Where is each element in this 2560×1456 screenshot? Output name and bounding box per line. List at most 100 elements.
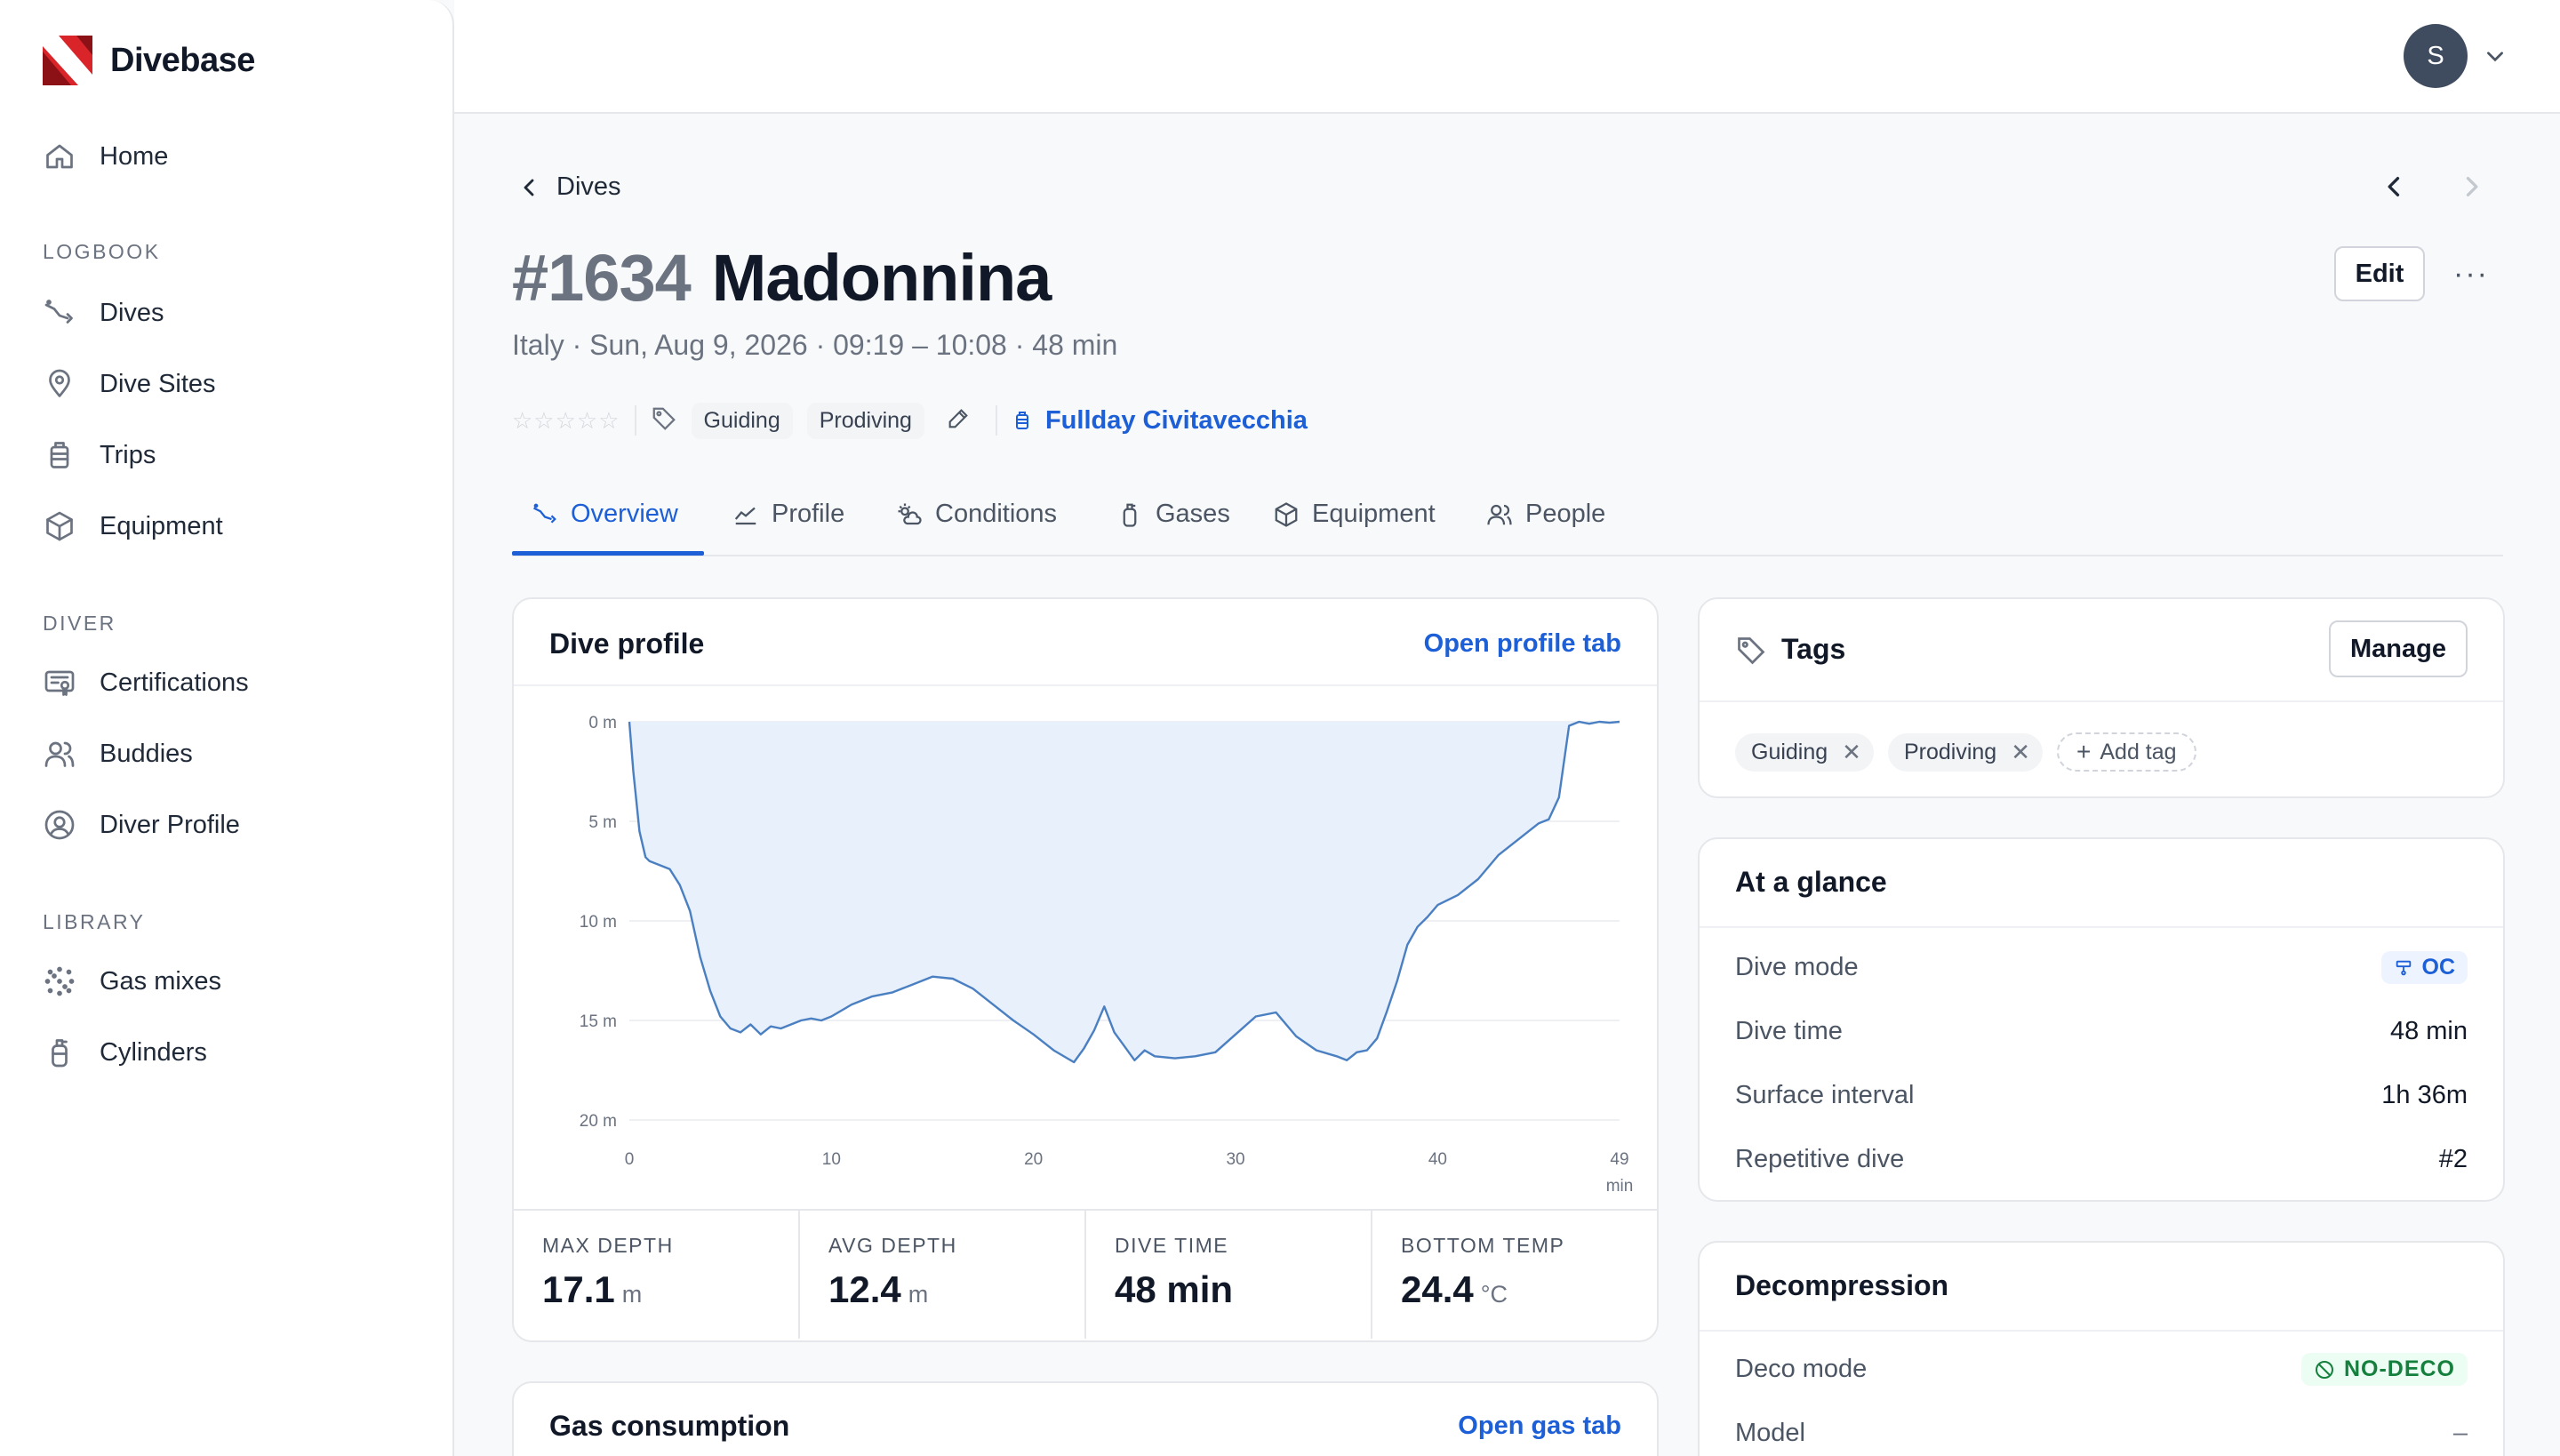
y-tick-label: 0 m [588, 714, 617, 732]
divider [1700, 1330, 2503, 1332]
sidebar-item-label: Equipment [100, 511, 223, 540]
plus-icon: + [2076, 738, 2092, 765]
sidebar-item-equipment[interactable]: Equipment [43, 505, 223, 548]
divider [634, 405, 636, 436]
divider [1700, 926, 2503, 928]
dive-mode-badge: OC [2380, 951, 2468, 984]
stat-value: 17.1 m [542, 1268, 643, 1310]
deco-mode-badge: NO-DECO [2300, 1353, 2468, 1386]
y-tick-label: 15 m [580, 1012, 617, 1031]
sidebar-item-cylinders[interactable]: Cylinders [43, 1031, 207, 1074]
luggage-icon [43, 438, 76, 472]
luggage-icon [1015, 412, 1028, 429]
trip-label: Fullday Civitavecchia [1044, 405, 1308, 435]
add-tag-button[interactable]: + Add tag [2057, 732, 2196, 772]
tag-icon [1738, 637, 1765, 665]
tag-chip-list: Guiding ✕ Prodiving ✕ + Add tag [1735, 732, 2196, 772]
stat-label: DIVE TIME [1115, 1234, 1229, 1257]
model-row: Model – [1735, 1419, 2468, 1447]
manage-tags-button[interactable]: Manage [2329, 620, 2468, 677]
sun-cloud-icon [898, 503, 922, 525]
y-tick-label: 10 m [580, 913, 617, 932]
tag-pill: Guiding [691, 402, 793, 439]
cylinder-icon [1123, 503, 1137, 527]
stat-value: 12.4 m [828, 1268, 929, 1310]
sidebar-section-library: LIBRARY [43, 910, 146, 933]
avatar[interactable]: S [2404, 24, 2468, 88]
chevron-left-icon [524, 179, 534, 196]
tab-overview[interactable]: Overview [532, 500, 678, 555]
star-rating[interactable]: ☆☆☆☆☆ [512, 407, 620, 435]
stat-dive-time: DIVE TIME 48 min [1086, 1211, 1372, 1339]
dive-icon [532, 503, 556, 524]
sidebar-item-label: Diver Profile [100, 810, 240, 839]
previous-dive-chevron-left-icon[interactable] [2382, 174, 2407, 199]
tag-chip: Prodiving ✕ [1887, 732, 2043, 772]
remove-tag-icon[interactable]: ✕ [2011, 739, 2030, 766]
more-options-icon[interactable]: ··· [2453, 257, 2489, 291]
sidebar-section-logbook: LOGBOOK [43, 240, 161, 263]
sidebar-item-dives[interactable]: Dives [43, 292, 164, 334]
x-tick-label: 10 [822, 1150, 841, 1169]
sidebar-item-dive-sites[interactable]: Dive Sites [43, 363, 216, 405]
brand[interactable]: Divebase [43, 36, 255, 85]
sidebar-item-home[interactable]: Home [43, 135, 168, 178]
open-profile-tab-link[interactable]: Open profile tab [1424, 629, 1621, 659]
y-tick-label: 20 m [580, 1112, 617, 1131]
dive-mode-row: Dive mode OC [1735, 951, 2468, 984]
tab-people[interactable]: People [1486, 500, 1605, 555]
no-deco-icon [2315, 1360, 2333, 1379]
repetitive-dive-row: Repetitive dive #2 [1735, 1145, 2468, 1173]
next-dive-chevron-right-icon[interactable] [2459, 174, 2484, 199]
valve-icon [2396, 960, 2411, 975]
chevron-down-icon[interactable] [2484, 44, 2507, 68]
tag-icon [651, 405, 677, 436]
sidebar-item-label: Dive Sites [100, 369, 216, 398]
sidebar-item-trips[interactable]: Trips [43, 434, 156, 476]
sidebar-item-label: Cylinders [100, 1037, 207, 1067]
back-to-dives-link[interactable]: Dives [519, 172, 621, 202]
sidebar-item-certifications[interactable]: Certifications [43, 661, 249, 704]
divebase-logo-icon [43, 36, 92, 85]
sidebar-item-label: Gas mixes [100, 966, 221, 996]
open-gas-tab-link[interactable]: Open gas tab [1458, 1412, 1621, 1441]
sidebar-item-gas-mixes[interactable]: Gas mixes [43, 960, 221, 1003]
tab-label: Overview [571, 500, 678, 528]
tab-label: Equipment [1312, 500, 1436, 528]
x-axis-label: min [1606, 1177, 1634, 1196]
x-tick-label: 20 [1024, 1150, 1043, 1169]
tab-profile[interactable]: Profile [732, 500, 844, 555]
tab-conditions[interactable]: Conditions [896, 500, 1057, 555]
tab-gases[interactable]: Gases [1116, 500, 1230, 555]
edit-tags-pencil-icon[interactable] [924, 406, 971, 436]
sidebar-item-buddies[interactable]: Buddies [43, 732, 193, 775]
x-tick-label: 49 [1610, 1150, 1628, 1169]
sidebar-section-diver: DIVER [43, 612, 116, 635]
map-pin-icon [43, 367, 76, 401]
dive-number: #1634 [512, 241, 692, 315]
tag-chip: Guiding ✕ [1735, 732, 1874, 772]
tab-equipment[interactable]: Equipment [1273, 500, 1436, 555]
card-title: Decompression [1735, 1269, 1949, 1301]
divider [995, 405, 997, 436]
sidebar-item-label: Home [100, 141, 169, 171]
dive-subtitle: Italy · Sun, Aug 9, 2026 · 09:19 – 10:08… [512, 329, 1118, 361]
deco-mode-row: Deco mode NO-DECO [1735, 1353, 2468, 1386]
cylinder-icon [43, 1036, 76, 1069]
app-name: Divebase [110, 41, 255, 79]
sidebar-item-label: Trips [100, 440, 156, 469]
trip-link[interactable]: Fullday Civitavecchia [1012, 406, 1308, 436]
decompression-card: Decompression Deco mode NO-DECO Model – [1698, 1241, 2505, 1456]
sidebar-item-diver-profile[interactable]: Diver Profile [43, 804, 240, 846]
dive-time-row: Dive time 48 min [1735, 1017, 2468, 1045]
users-icon [1487, 504, 1512, 525]
divider [1700, 700, 2503, 702]
edit-button[interactable]: Edit [2334, 246, 2425, 301]
stat-label: AVG DEPTH [828, 1234, 957, 1257]
sidebar-item-label: Certifications [100, 668, 249, 697]
gas-consumption-card: Gas consumption Open gas tab [512, 1381, 1659, 1456]
remove-tag-icon[interactable]: ✕ [1842, 739, 1861, 766]
chart-line-icon [734, 507, 756, 525]
tab-label: Conditions [935, 500, 1058, 528]
stat-label: BOTTOM TEMP [1401, 1234, 1565, 1257]
